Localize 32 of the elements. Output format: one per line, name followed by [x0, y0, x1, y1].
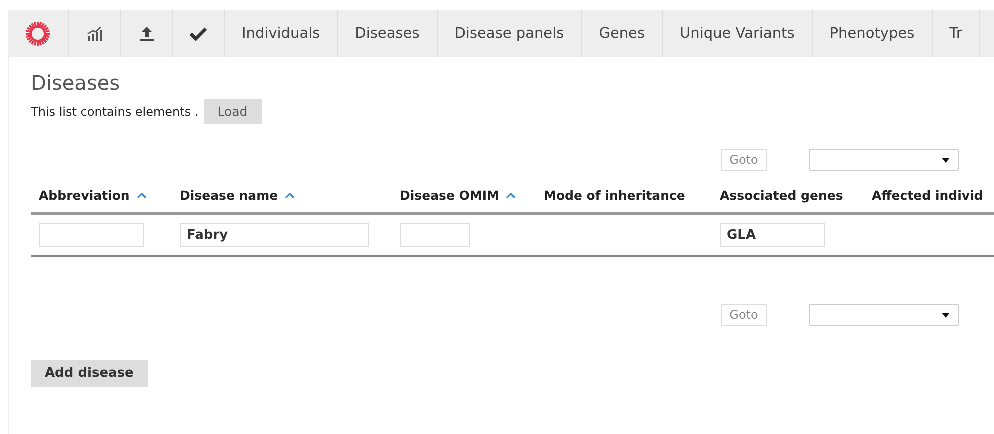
add-disease-button[interactable]: Add disease [31, 360, 148, 387]
upload-icon[interactable] [138, 26, 154, 42]
column-header[interactable]: Disease OMIM [392, 188, 536, 203]
nav-tab[interactable]: Tr [932, 10, 980, 57]
sort-icon[interactable] [506, 192, 516, 198]
load-button[interactable]: Load [204, 99, 262, 124]
sort-icon[interactable] [285, 192, 296, 198]
nav-tab[interactable]: Genes [582, 10, 664, 57]
sort-icon[interactable] [136, 192, 147, 198]
page-title: Diseases [31, 71, 122, 95]
caret-icon [942, 158, 950, 162]
filter-field[interactable] [39, 223, 144, 247]
goto-button[interactable]: Goto [721, 149, 767, 171]
filter-field[interactable]: Fabry [180, 223, 369, 247]
column-header: Affected individ [871, 188, 984, 203]
column-header[interactable]: Disease name [172, 188, 392, 203]
check-icon[interactable] [190, 26, 207, 40]
column-header: Mode of inheritance [543, 188, 686, 203]
caret-icon [942, 312, 950, 318]
filter-field[interactable] [400, 223, 470, 247]
nav-tab[interactable]: Diseases [338, 10, 438, 57]
column-header: Associated genes [719, 188, 844, 203]
nav-tab[interactable]: Individuals [225, 10, 338, 57]
logo-icon[interactable] [25, 20, 51, 46]
goto-button[interactable]: Goto [721, 304, 767, 326]
nav-tab[interactable]: Phenotypes [812, 10, 933, 57]
bar-chart-icon[interactable] [86, 26, 102, 40]
nav-tab[interactable]: Disease panels [438, 10, 582, 57]
info-text: This list contains elements . [31, 104, 199, 118]
column-header[interactable]: Abbreviation [31, 188, 172, 203]
filter-field[interactable]: GLA [720, 223, 825, 247]
nav-tab[interactable]: Unique Variants [663, 10, 813, 57]
